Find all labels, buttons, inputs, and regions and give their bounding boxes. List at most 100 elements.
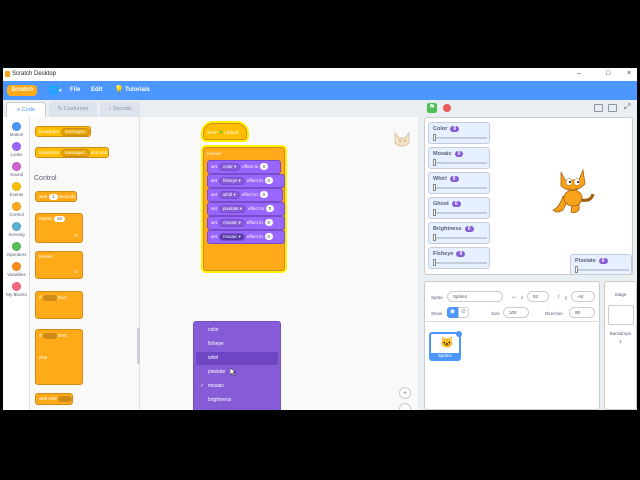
horizontal-arrows-icon: ↔ xyxy=(511,294,517,300)
category-my-blocks[interactable]: My Blocks xyxy=(3,282,30,297)
dropdown-option-brightness[interactable]: brightness xyxy=(196,394,278,407)
effect-value-input[interactable]: 0 xyxy=(260,163,269,170)
variable-monitor-color: Color 0 xyxy=(428,122,490,144)
message-dropdown[interactable]: message1 xyxy=(60,128,90,136)
mouse-cursor-icon xyxy=(230,368,236,376)
flag-icon: ⚑ xyxy=(429,104,436,111)
dropdown-option-fisheye[interactable]: fisheye xyxy=(196,338,278,351)
menu-edit[interactable]: Edit xyxy=(91,87,102,93)
category-control[interactable]: Control xyxy=(3,202,30,217)
sprite-size-field[interactable]: 100 xyxy=(503,307,529,318)
category-motion[interactable]: Motion xyxy=(3,122,30,137)
sprite-name-field[interactable]: Sprite1 xyxy=(447,291,503,302)
zoom-out-button[interactable] xyxy=(399,403,411,410)
dropdown-option-mosaic[interactable]: ✓ mosaic xyxy=(196,380,278,393)
show-visible-button[interactable]: ◉ xyxy=(447,307,458,318)
small-stage-button[interactable] xyxy=(594,104,603,112)
monitor-slider[interactable] xyxy=(433,259,436,266)
monitor-slider[interactable] xyxy=(433,209,436,216)
close-button[interactable]: × xyxy=(627,70,631,77)
sprite-watermark-icon xyxy=(394,131,410,147)
sprite-x-field[interactable]: 92 xyxy=(527,291,549,302)
monitor-slider[interactable] xyxy=(433,184,436,191)
menu-tutorials[interactable]: Tutorials xyxy=(125,87,150,93)
scratch-app-icon xyxy=(5,71,10,77)
set-effect-block[interactable]: set pixelate ▾ effect to 0 xyxy=(207,202,285,216)
monitor-slider[interactable] xyxy=(433,134,436,141)
effect-value-input[interactable]: 0 xyxy=(264,219,273,226)
palette-wait-block[interactable]: wait 1 seconds xyxy=(35,191,77,202)
category-operators[interactable]: Operators xyxy=(3,242,30,257)
minimize-button[interactable]: – xyxy=(577,70,581,77)
scratch-window: Scratch Desktop – □ × Scratch 🌐 ▾ File E… xyxy=(3,68,637,410)
monitor-slider[interactable] xyxy=(433,234,436,241)
when-flag-clicked-block[interactable]: when ⚑ clicked xyxy=(203,123,247,140)
monitor-slider[interactable] xyxy=(433,159,436,166)
lightbulb-icon: 💡 xyxy=(114,85,124,94)
stage-header: ⚑ ⤢ xyxy=(421,100,637,117)
dropdown-option-ghost[interactable]: ghost xyxy=(196,408,278,410)
sprite-info: Sprite Sprite1 ↔ x 92 ↕ y -44 Show ◉ ⊘ S… xyxy=(425,282,601,322)
stage-selector[interactable]: Stage Backdrops 1 xyxy=(604,281,637,410)
palette-if-block[interactable]: if then xyxy=(35,291,83,319)
stage-canvas[interactable]: Color 0 Mosaic 0 Whirl 0 Ghost 0 Brightness 0… xyxy=(424,117,633,275)
set-effect-block[interactable]: set mosaic ▾ effect to 0 xyxy=(207,230,285,244)
effect-dropdown[interactable]: color ▾ xyxy=(219,163,241,171)
editor-tabs: ≡ Code ✎ Costumes ♪ Sounds xyxy=(3,100,418,117)
backdrop-thumbnail[interactable] xyxy=(607,305,634,325)
category-sound[interactable]: Sound xyxy=(3,162,30,177)
message-dropdown[interactable]: message1 xyxy=(60,149,90,157)
effect-dropdown[interactable]: pixelate ▾ xyxy=(219,205,247,213)
cat-sprite[interactable] xyxy=(549,166,597,216)
zoom-in-button[interactable]: + xyxy=(399,387,411,399)
effect-value-input[interactable]: 0 xyxy=(265,205,274,212)
set-effect-block[interactable]: set mosaic ▾ effect to 0 xyxy=(207,216,285,230)
effect-dropdown[interactable]: fisheye ▾ xyxy=(219,177,245,185)
dropdown-option-color[interactable]: color xyxy=(196,324,278,337)
eye-slash-icon: ⊘ xyxy=(460,309,467,315)
palette-repeat-block[interactable]: repeat 10 ↻ xyxy=(35,213,83,243)
effect-value-input[interactable]: 0 xyxy=(264,233,273,240)
category-looks[interactable]: Looks xyxy=(3,142,30,157)
dropdown-option-whirl[interactable]: whirl xyxy=(196,352,278,365)
maximize-button[interactable]: □ xyxy=(606,70,610,77)
sprite-y-field[interactable]: -44 xyxy=(571,291,595,302)
window-titlebar: Scratch Desktop – □ × xyxy=(3,68,637,81)
delete-sprite-button[interactable] xyxy=(456,331,462,337)
effect-dropdown-open[interactable]: mosaic ▾ xyxy=(219,233,245,241)
palette-wait-until-block[interactable]: wait until xyxy=(35,393,73,405)
menu-file[interactable]: File xyxy=(70,87,80,93)
palette-broadcast-wait-block[interactable]: broadcast message1 and wait xyxy=(35,147,109,158)
tab-costumes[interactable]: ✎ Costumes xyxy=(49,102,97,117)
show-hidden-button[interactable]: ⊘ xyxy=(458,307,469,318)
palette-broadcast-block[interactable]: broadcast message1 xyxy=(35,126,91,137)
green-flag-button[interactable]: ⚑ xyxy=(427,103,437,113)
category-events[interactable]: Events xyxy=(3,182,30,197)
set-effect-block[interactable]: set fisheye ▾ effect to 0 xyxy=(207,174,285,188)
set-effect-block[interactable]: set whirl ▾ effect to 0 xyxy=(207,188,283,202)
checkmark-icon: ✓ xyxy=(200,383,205,389)
scratch-logo[interactable]: Scratch xyxy=(7,85,37,96)
category-variables[interactable]: Variables xyxy=(3,262,30,277)
tab-code[interactable]: ≡ Code xyxy=(6,102,46,117)
sprite-direction-field[interactable]: 90 xyxy=(569,307,595,318)
effect-value-input[interactable]: 0 xyxy=(264,177,273,184)
effect-dropdown[interactable]: mosaic ▾ xyxy=(219,219,245,227)
loop-arrow-icon: ↻ xyxy=(74,233,78,238)
globe-icon[interactable]: 🌐 xyxy=(48,85,59,96)
palette-forever-block[interactable]: forever ↻ xyxy=(35,251,83,279)
variable-monitor-ghost: Ghost 0 xyxy=(428,197,490,219)
tab-sounds[interactable]: ♪ Sounds xyxy=(100,102,140,117)
block-palette: broadcast message1 broadcast message1 and … xyxy=(30,117,140,410)
large-stage-button[interactable] xyxy=(608,104,617,112)
fullscreen-icon[interactable]: ⤢ xyxy=(624,102,630,112)
palette-if-else-block[interactable]: if then else xyxy=(35,329,83,385)
set-effect-block[interactable]: set color ▾ effect to 0 xyxy=(207,160,281,174)
dropdown-option-pixelate[interactable]: pixelate xyxy=(196,366,278,379)
effect-value-input[interactable]: 0 xyxy=(259,191,268,198)
effect-dropdown[interactable]: whirl ▾ xyxy=(219,191,240,199)
category-sensing[interactable]: Sensing xyxy=(3,222,30,237)
monitor-slider[interactable] xyxy=(575,266,578,273)
sprite-thumbnail[interactable]: 🐱 Sprite1 xyxy=(429,331,462,361)
stop-button[interactable] xyxy=(443,104,451,112)
